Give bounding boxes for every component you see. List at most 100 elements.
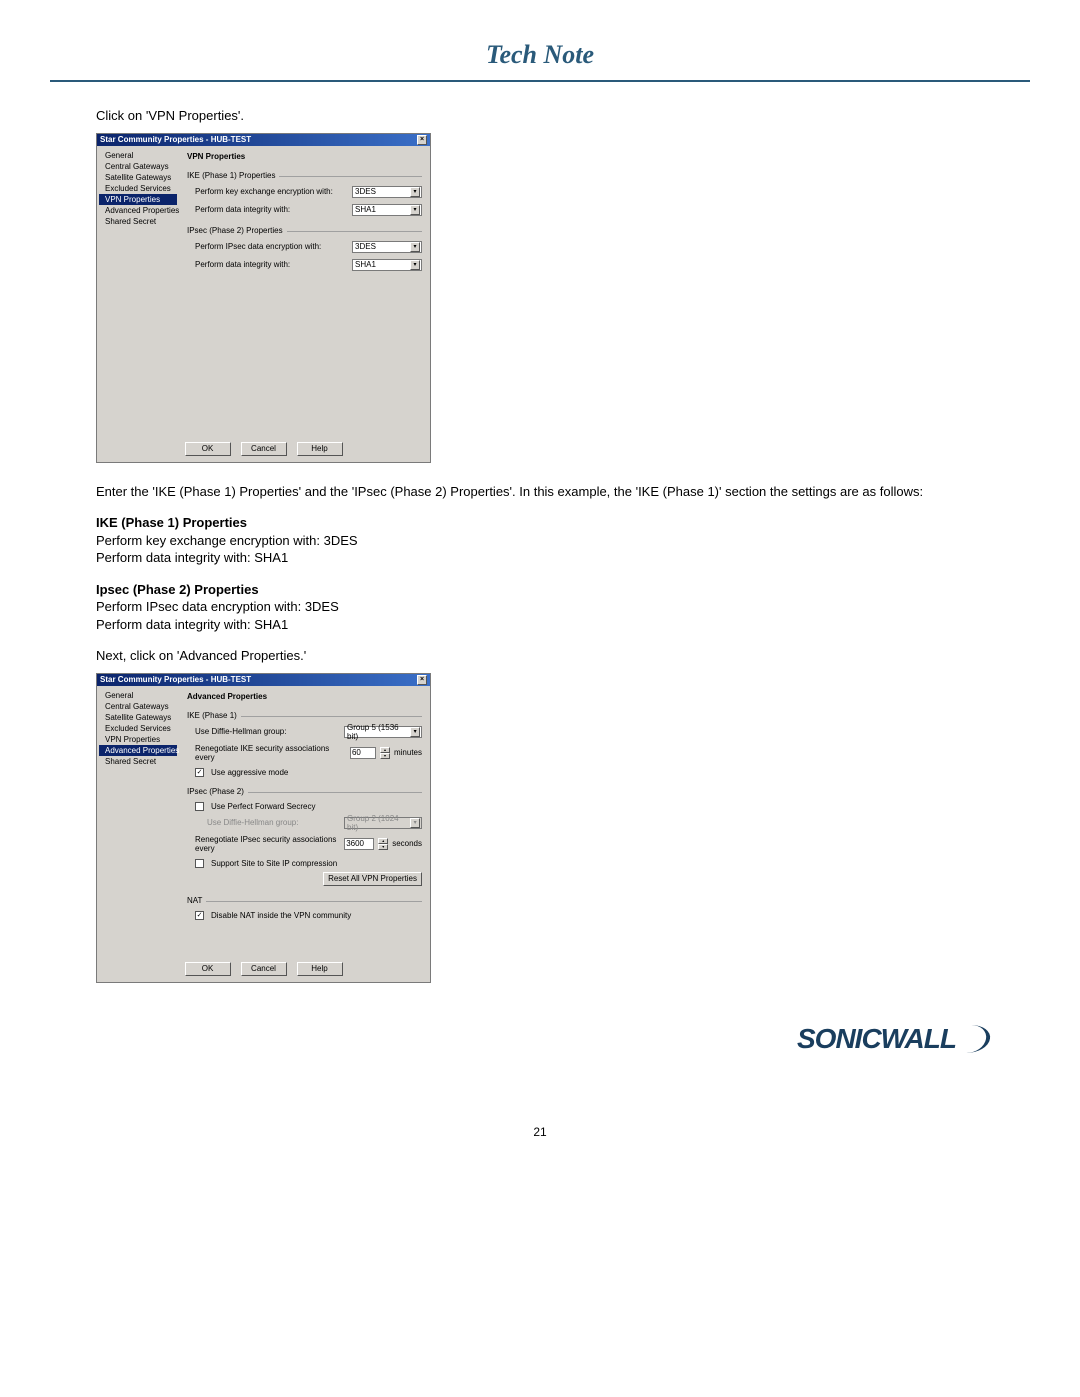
group-label: NAT [187, 896, 202, 905]
vpn-properties-dialog: Star Community Properties - HUB-TEST × G… [96, 133, 431, 463]
tree-item-general[interactable]: General [99, 690, 177, 701]
ipsec-heading: Ipsec (Phase 2) Properties [96, 581, 984, 599]
reneg-ike-label: Renegotiate IKE security associations ev… [195, 744, 346, 762]
group-label: IPsec (Phase 2) Properties [187, 226, 283, 235]
group-label: IPsec (Phase 2) [187, 787, 244, 796]
logo-arc-icon [950, 1025, 993, 1053]
nav-tree: General Central Gateways Satellite Gatew… [97, 686, 179, 956]
ipsec-line1: Perform IPsec data encryption with: 3DES [96, 598, 984, 616]
key-exchange-select[interactable]: 3DES ▾ [352, 186, 422, 198]
key-exchange-label: Perform key exchange encryption with: [195, 187, 348, 196]
ok-button[interactable]: OK [185, 962, 231, 976]
dialog-title: Star Community Properties - HUB-TEST [100, 135, 251, 144]
select-value: SHA1 [355, 205, 376, 214]
dialog-titlebar[interactable]: Star Community Properties - HUB-TEST × [97, 674, 430, 686]
pfs-checkbox[interactable] [195, 802, 204, 811]
tree-item-satellite-gateways[interactable]: Satellite Gateways [99, 172, 177, 183]
compression-checkbox[interactable] [195, 859, 204, 868]
sonicwall-logo: SONICWALL [797, 1023, 990, 1055]
ike-heading: IKE (Phase 1) Properties [96, 514, 984, 532]
compression-label: Support Site to Site IP compression [211, 859, 422, 868]
tree-item-shared-secret[interactable]: Shared Secret [99, 756, 177, 767]
ipsec-phase2-group: IPsec (Phase 2) Properties Perform IPsec… [187, 226, 422, 271]
tree-item-central-gateways[interactable]: Central Gateways [99, 161, 177, 172]
page-number: 21 [70, 1125, 1010, 1139]
close-icon[interactable]: × [417, 675, 427, 685]
logo-text: SONICWALL [797, 1023, 956, 1055]
reneg-ipsec-input[interactable]: 3600 [344, 838, 374, 850]
help-button[interactable]: Help [297, 442, 343, 456]
group-label: IKE (Phase 1) Properties [187, 171, 275, 180]
ike-phase1-group: IKE (Phase 1) Properties Perform key exc… [187, 171, 422, 216]
header-rule [50, 80, 1030, 82]
close-icon[interactable]: × [417, 135, 427, 145]
dh-group-label: Use Diffie-Hellman group: [195, 727, 340, 736]
ok-button[interactable]: OK [185, 442, 231, 456]
tree-item-central-gateways[interactable]: Central Gateways [99, 701, 177, 712]
tree-item-general[interactable]: General [99, 150, 177, 161]
chevron-down-icon: ▾ [410, 727, 420, 737]
ipsec-phase2-group: IPsec (Phase 2) Use Perfect Forward Secr… [187, 787, 422, 886]
ike-line1: Perform key exchange encryption with: 3D… [96, 532, 984, 550]
group-label: IKE (Phase 1) [187, 711, 237, 720]
spinner[interactable]: ▴▾ [378, 838, 388, 850]
dh-group-select[interactable]: Group 5 (1536 bit) ▾ [344, 726, 422, 738]
chevron-down-icon: ▾ [410, 818, 420, 828]
dialog-title: Star Community Properties - HUB-TEST [100, 675, 251, 684]
cancel-button[interactable]: Cancel [241, 962, 287, 976]
ipsec-integrity-select[interactable]: SHA1 ▾ [352, 259, 422, 271]
ipsec-encryption-label: Perform IPsec data encryption with: [195, 242, 348, 251]
tree-item-advanced-properties[interactable]: Advanced Properties [99, 205, 177, 216]
reneg-ike-input[interactable]: 60 [350, 747, 376, 759]
instruction-2: Enter the 'IKE (Phase 1) Properties' and… [96, 483, 984, 501]
tree-item-shared-secret[interactable]: Shared Secret [99, 216, 177, 227]
instruction-1: Click on 'VPN Properties'. [96, 107, 984, 125]
page-title: Tech Note [70, 40, 1010, 70]
select-value: 3DES [355, 242, 376, 251]
ike-phase1-group: IKE (Phase 1) Use Diffie-Hellman group: … [187, 711, 422, 777]
dialog-footer: OK Cancel Help [97, 436, 430, 462]
instruction-3: Next, click on 'Advanced Properties.' [96, 647, 984, 665]
panel-title: VPN Properties [187, 152, 422, 161]
reneg-ipsec-label: Renegotiate IPsec security associations … [195, 835, 340, 853]
dialog-titlebar[interactable]: Star Community Properties - HUB-TEST × [97, 134, 430, 146]
help-button[interactable]: Help [297, 962, 343, 976]
select-value: Group 2 (1024 bit) [347, 814, 410, 832]
spinner[interactable]: ▴▾ [380, 747, 390, 759]
select-value: Group 5 (1536 bit) [347, 723, 410, 741]
data-integrity-label: Perform data integrity with: [195, 205, 348, 214]
tree-item-excluded-services[interactable]: Excluded Services [99, 183, 177, 194]
advanced-properties-dialog: Star Community Properties - HUB-TEST × G… [96, 673, 431, 983]
aggressive-mode-label: Use aggressive mode [211, 768, 422, 777]
unit-label: seconds [392, 839, 422, 848]
tree-item-vpn-properties[interactable]: VPN Properties [99, 194, 177, 205]
chevron-down-icon: ▾ [410, 260, 420, 270]
select-value: SHA1 [355, 260, 376, 269]
tree-item-advanced-properties[interactable]: Advanced Properties [99, 745, 177, 756]
chevron-down-icon: ▾ [410, 242, 420, 252]
dh2-label: Use Diffie-Hellman group: [195, 818, 340, 827]
pfs-label: Use Perfect Forward Secrecy [211, 802, 422, 811]
tree-item-satellite-gateways[interactable]: Satellite Gateways [99, 712, 177, 723]
tree-item-vpn-properties[interactable]: VPN Properties [99, 734, 177, 745]
nat-group: NAT ✓ Disable NAT inside the VPN communi… [187, 896, 422, 920]
panel-title: Advanced Properties [187, 692, 422, 701]
dh2-select: Group 2 (1024 bit) ▾ [344, 817, 422, 829]
unit-label: minutes [394, 748, 422, 757]
ipsec-line2: Perform data integrity with: SHA1 [96, 616, 984, 634]
disable-nat-checkbox[interactable]: ✓ [195, 911, 204, 920]
ike-line2: Perform data integrity with: SHA1 [96, 549, 984, 567]
ipsec-integrity-label: Perform data integrity with: [195, 260, 348, 269]
data-integrity-select[interactable]: SHA1 ▾ [352, 204, 422, 216]
tree-item-excluded-services[interactable]: Excluded Services [99, 723, 177, 734]
ipsec-encryption-select[interactable]: 3DES ▾ [352, 241, 422, 253]
nav-tree: General Central Gateways Satellite Gatew… [97, 146, 179, 436]
cancel-button[interactable]: Cancel [241, 442, 287, 456]
aggressive-mode-checkbox[interactable]: ✓ [195, 768, 204, 777]
disable-nat-label: Disable NAT inside the VPN community [211, 911, 422, 920]
reset-vpn-button[interactable]: Reset All VPN Properties [323, 872, 422, 886]
dialog-footer: OK Cancel Help [97, 956, 430, 982]
chevron-down-icon: ▾ [410, 205, 420, 215]
chevron-down-icon: ▾ [410, 187, 420, 197]
select-value: 3DES [355, 187, 376, 196]
